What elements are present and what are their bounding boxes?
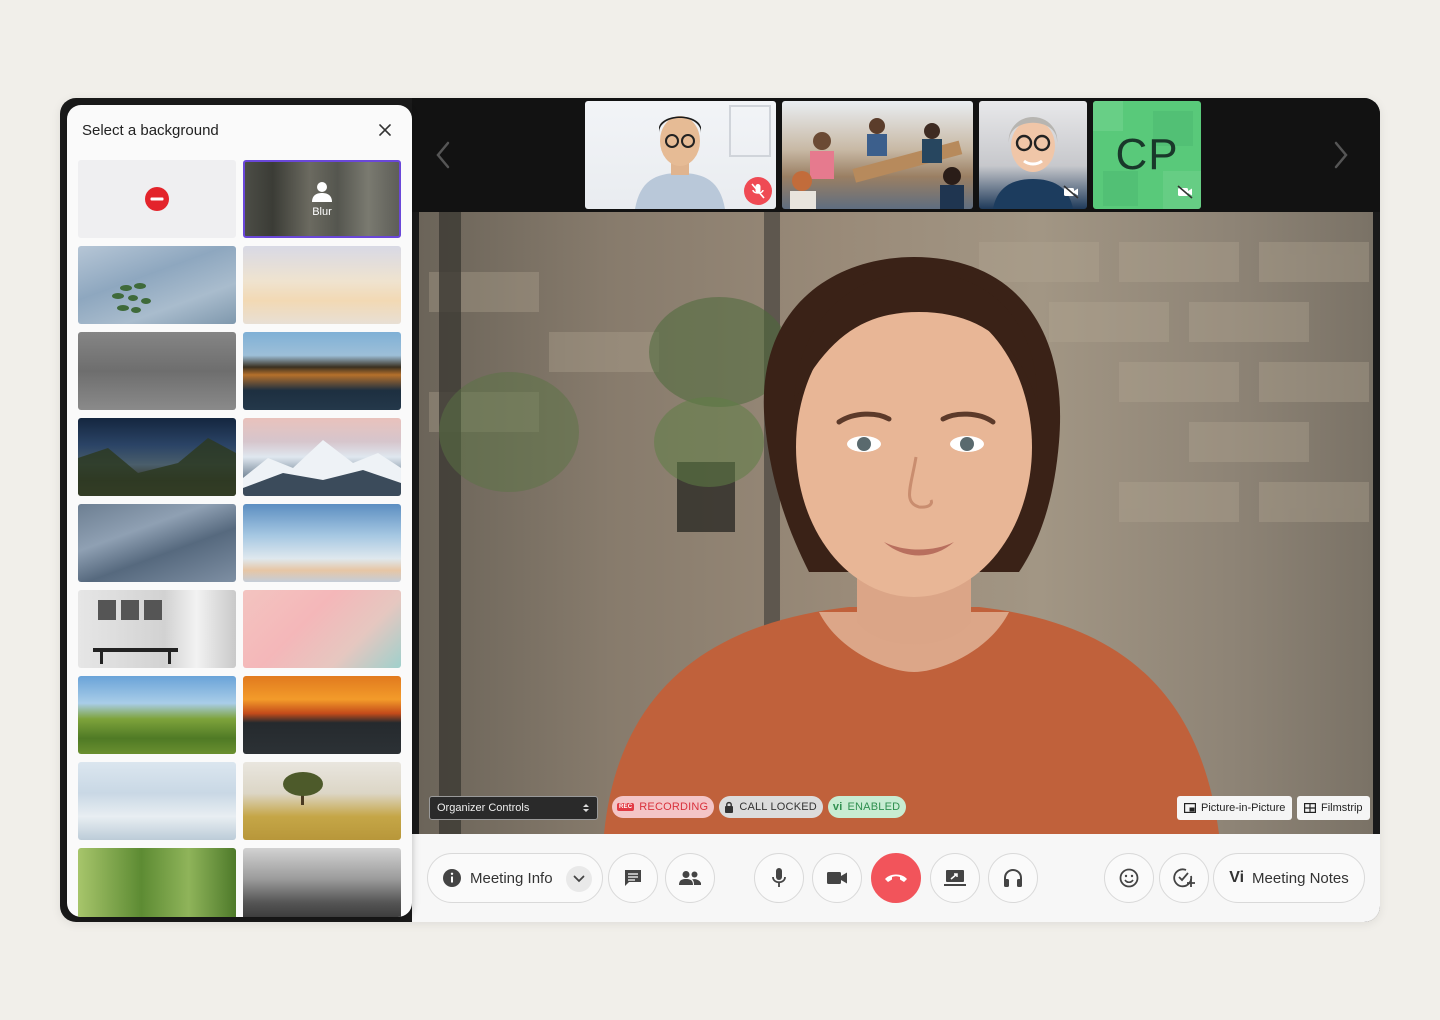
background-option[interactable] [78, 504, 236, 582]
no-background-option[interactable] [78, 160, 236, 238]
meeting-notes-button[interactable]: Vi Meeting Notes [1213, 853, 1365, 903]
snow-mountains [243, 440, 401, 496]
chat-icon [625, 870, 641, 886]
participant-video [790, 118, 964, 209]
person-icon [312, 182, 332, 202]
plant-leaves [112, 283, 151, 313]
filmstrip-label: Filmstrip [1321, 802, 1363, 814]
meeting-window: Select a background Blur CP Organizer Co… [60, 98, 1380, 922]
camera-off-icon [1177, 185, 1193, 199]
background-option[interactable] [78, 676, 236, 754]
participant-tile[interactable]: CP [1093, 101, 1201, 209]
recording-label: RECORDING [639, 801, 709, 813]
lone-tree [283, 772, 323, 805]
mountain-silhouette [78, 438, 236, 496]
chevron-right-icon [1334, 141, 1348, 169]
background-option[interactable] [243, 676, 401, 754]
background-option[interactable] [78, 848, 236, 917]
meeting-control-bar: Meeting Info Vi Meeting Notes [412, 834, 1380, 922]
filmstrip-next-button[interactable] [1326, 138, 1356, 172]
background-option[interactable] [78, 418, 236, 496]
participants-button[interactable] [665, 853, 715, 903]
reactions-button[interactable] [1104, 853, 1154, 903]
participant-filmstrip: CP [585, 101, 1201, 209]
close-icon[interactable] [374, 119, 396, 141]
picture-in-picture-icon [1184, 803, 1196, 813]
recording-status-badge: REC RECORDING [612, 796, 715, 818]
lock-icon [725, 801, 734, 813]
no-entry-icon [145, 187, 169, 211]
enabled-label: ENABLED [847, 801, 901, 813]
select-arrows-icon [583, 804, 589, 812]
screen-share-icon [944, 870, 966, 886]
participant-tile[interactable] [782, 101, 973, 209]
check-add-icon [1173, 868, 1195, 888]
mic-off-icon [751, 183, 765, 199]
speaker-video-frame [429, 212, 1369, 834]
smiley-icon [1119, 868, 1139, 888]
add-action-item-button[interactable] [1159, 853, 1209, 903]
vi-logo-icon: vi [832, 801, 843, 813]
organizer-controls-select[interactable]: Organizer Controls [429, 796, 598, 820]
meeting-info-button[interactable]: Meeting Info [427, 853, 603, 903]
background-option[interactable] [243, 504, 401, 582]
background-panel-title: Select a background [82, 121, 219, 139]
background-option[interactable] [243, 246, 401, 324]
rec-icon: REC [617, 803, 635, 811]
background-option[interactable] [78, 246, 236, 324]
call-locked-badge: CALL LOCKED [719, 796, 823, 818]
camera-button[interactable] [812, 853, 862, 903]
picture-in-picture-label: Picture-in-Picture [1201, 802, 1286, 814]
muted-badge [744, 177, 772, 205]
background-option[interactable] [243, 590, 401, 668]
gallery-wall [93, 600, 178, 664]
participant-tile[interactable] [979, 101, 1087, 209]
background-option[interactable] [78, 762, 236, 840]
filmstrip-area: CP [412, 98, 1380, 212]
picture-in-picture-button[interactable]: Picture-in-Picture [1177, 796, 1293, 820]
chat-button[interactable] [608, 853, 658, 903]
grid-icon [1304, 803, 1316, 813]
people-icon [679, 871, 701, 885]
organizer-controls-label: Organizer Controls [437, 802, 530, 814]
end-call-button[interactable] [871, 853, 921, 903]
call-locked-label: CALL LOCKED [739, 801, 817, 813]
background-option[interactable] [243, 762, 401, 840]
screen-share-button[interactable] [930, 853, 980, 903]
status-pills: REC RECORDING CALL LOCKED vi ENABLED [612, 796, 907, 818]
background-option[interactable] [78, 332, 236, 410]
hang-up-icon [885, 874, 907, 882]
participant-initials: CP [1115, 130, 1179, 179]
info-icon [443, 869, 461, 887]
microphone-button[interactable] [754, 853, 804, 903]
background-options-grid: Blur [78, 160, 402, 917]
background-option[interactable] [243, 418, 401, 496]
video-camera-icon [827, 872, 847, 884]
participant-tile[interactable] [585, 101, 776, 209]
main-speaker-video: Organizer Controls REC RECORDING CALL LO… [419, 212, 1373, 834]
headphones-icon [1004, 868, 1022, 887]
background-picker-panel: Select a background Blur [67, 105, 412, 917]
microphone-icon [772, 868, 786, 887]
blur-label: Blur [312, 206, 332, 218]
vi-logo-icon: Vi [1229, 869, 1245, 886]
filmstrip-prev-button[interactable] [428, 138, 458, 172]
audio-button[interactable] [988, 853, 1038, 903]
chevron-left-icon [436, 141, 450, 169]
vi-enabled-badge: vi ENABLED [827, 796, 907, 818]
filmstrip-view-button[interactable]: Filmstrip [1297, 796, 1370, 820]
blur-background-option[interactable]: Blur [243, 160, 401, 238]
background-option[interactable] [243, 332, 401, 410]
background-option[interactable] [78, 590, 236, 668]
camera-off-icon [1063, 185, 1079, 199]
meeting-notes-label: Meeting Notes [1252, 869, 1349, 887]
background-option[interactable] [243, 848, 401, 917]
background-panel-header: Select a background [67, 105, 412, 155]
chevron-down-icon[interactable] [566, 866, 592, 892]
meeting-info-label: Meeting Info [470, 869, 553, 887]
